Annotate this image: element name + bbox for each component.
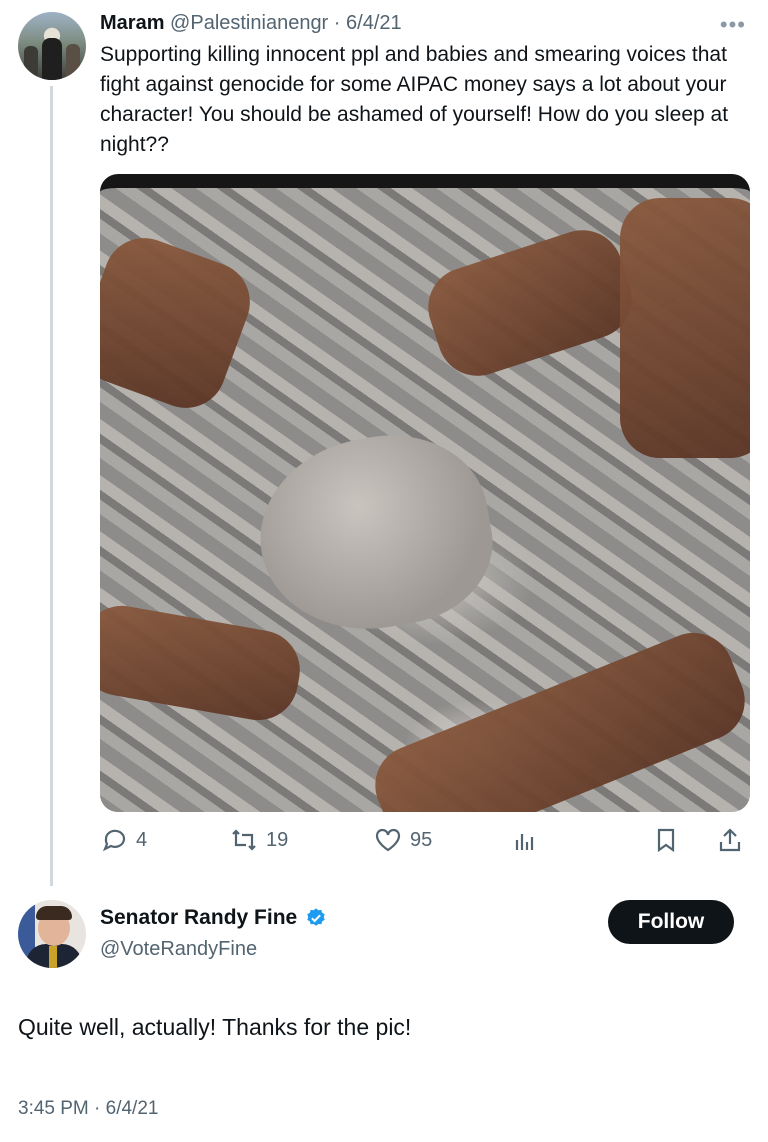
action-bar: 4 19 95 — [100, 826, 750, 862]
share-button[interactable] — [716, 826, 744, 854]
reply-icon — [102, 829, 126, 852]
bookmark-button[interactable] — [652, 826, 680, 854]
views-button[interactable] — [512, 826, 540, 854]
author-handle[interactable]: @VoteRandyFine — [100, 938, 257, 961]
tweet-media-image[interactable] — [100, 174, 750, 812]
avatar[interactable] — [18, 900, 86, 968]
header-separator: · — [328, 12, 347, 34]
follow-button[interactable]: Follow — [608, 900, 734, 944]
like-button[interactable]: 95 — [374, 826, 432, 854]
tweet-text: Supporting killing innocent ppl and babi… — [100, 43, 729, 156]
more-icon[interactable]: ••• — [720, 12, 746, 38]
author-name[interactable]: Maram — [100, 12, 164, 34]
tweet-date[interactable]: 6/4/21 — [346, 12, 402, 34]
author-name[interactable]: Senator Randy Fine — [100, 906, 297, 930]
tweet-text: Quite well, actually! Thanks for the pic… — [18, 1014, 412, 1040]
retweet-count: 19 — [266, 828, 289, 851]
bookmark-icon — [657, 828, 675, 853]
verified-icon — [307, 908, 325, 926]
reply-count: 4 — [136, 828, 148, 851]
views-icon — [515, 834, 534, 850]
tweet-timestamp[interactable]: 3:45 PM · 6/4/21 — [18, 1098, 158, 1120]
reply-author-row: Senator Randy Fine — [100, 906, 327, 930]
thread-connector-line — [50, 86, 53, 886]
like-count: 95 — [410, 828, 433, 851]
tweet-header: Maram @Palestinianengr · 6/4/21 — [100, 10, 402, 36]
reply-button[interactable]: 4 — [100, 826, 147, 854]
share-icon — [719, 828, 741, 852]
avatar[interactable] — [18, 12, 86, 80]
retweet-button[interactable]: 19 — [230, 826, 288, 854]
like-icon — [375, 828, 401, 852]
retweet-icon — [232, 829, 256, 851]
author-handle[interactable]: @Palestinianengr — [170, 12, 328, 34]
